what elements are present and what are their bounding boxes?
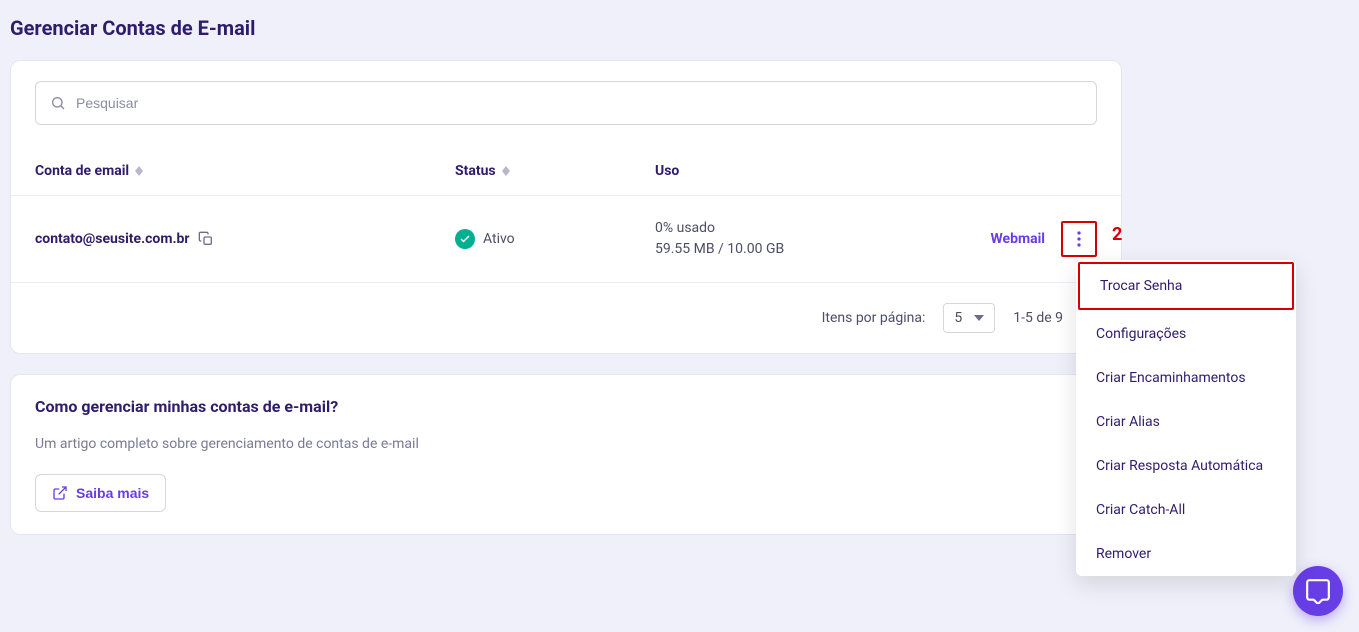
col-header-email[interactable]: Conta de email — [35, 163, 455, 179]
webmail-link[interactable]: Webmail — [990, 231, 1045, 247]
table-header: Conta de email Status Uso — [11, 135, 1121, 195]
help-card: Como gerenciar minhas contas de e-mail? … — [10, 374, 1122, 535]
learn-more-label: Saiba mais — [76, 485, 149, 501]
search-icon — [50, 95, 66, 111]
sort-icon — [502, 166, 510, 176]
help-title: Como gerenciar minhas contas de e-mail? — [35, 397, 1097, 416]
per-page-value: 5 — [954, 310, 962, 326]
table-row: contato@seusite.com.br Ativo 0% usado 59… — [11, 195, 1121, 282]
chevron-down-icon — [974, 315, 984, 321]
dropdown-item-change-password[interactable]: Trocar Senha — [1078, 262, 1294, 310]
options-dropdown: Trocar Senha Configurações Criar Encamin… — [1076, 260, 1296, 576]
help-desc: Um artigo completo sobre gerenciamento d… — [35, 436, 1097, 452]
sort-icon — [135, 166, 143, 176]
check-icon — [455, 229, 475, 249]
dropdown-item-catchall[interactable]: Criar Catch-All — [1076, 488, 1296, 532]
search-wrap — [11, 61, 1121, 135]
learn-more-button[interactable]: Saiba mais — [35, 474, 166, 512]
copy-icon[interactable] — [198, 231, 214, 247]
status-label: Ativo — [483, 231, 515, 247]
status-cell: Ativo — [455, 229, 655, 249]
kebab-icon — [1077, 231, 1081, 247]
search-input[interactable] — [76, 95, 1082, 111]
page-title: Gerenciar Contas de E-mail — [0, 0, 1359, 60]
col-header-status[interactable]: Status — [455, 163, 655, 179]
usage-percent: 0% usado — [655, 218, 947, 239]
per-page-select[interactable]: 5 — [943, 303, 995, 333]
usage-size: 59.55 MB / 10.00 GB — [655, 239, 947, 260]
usage-cell: 0% usado 59.55 MB / 10.00 GB — [655, 218, 947, 260]
page-range: 1-5 de 9 — [1013, 310, 1063, 326]
chat-button[interactable] — [1293, 566, 1343, 616]
email-address: contato@seusite.com.br — [35, 231, 190, 247]
col-header-status-label: Status — [455, 163, 496, 179]
annotation-2: 2 — [1112, 224, 1122, 245]
col-header-usage: Uso — [655, 163, 947, 179]
per-page-label: Itens por página: — [822, 310, 926, 326]
dropdown-item-autoresponse[interactable]: Criar Resposta Automática — [1076, 444, 1296, 488]
dropdown-item-forwarding[interactable]: Criar Encaminhamentos — [1076, 356, 1296, 400]
accounts-card: Conta de email Status Uso contato@seusit… — [10, 60, 1122, 354]
dropdown-item-alias[interactable]: Criar Alias — [1076, 400, 1296, 444]
dropdown-item-remove[interactable]: Remover — [1076, 532, 1296, 576]
email-cell: contato@seusite.com.br — [35, 231, 455, 247]
dropdown-item-settings[interactable]: Configurações — [1076, 312, 1296, 356]
col-header-actions — [947, 163, 1097, 179]
external-link-icon — [52, 485, 68, 501]
col-header-email-label: Conta de email — [35, 163, 129, 179]
pagination: Itens por página: 5 1-5 de 9 — [11, 282, 1121, 353]
search-box[interactable] — [35, 81, 1097, 125]
chat-icon — [1305, 578, 1331, 604]
more-options-button[interactable] — [1061, 221, 1097, 257]
actions-cell: Webmail — [947, 221, 1097, 257]
